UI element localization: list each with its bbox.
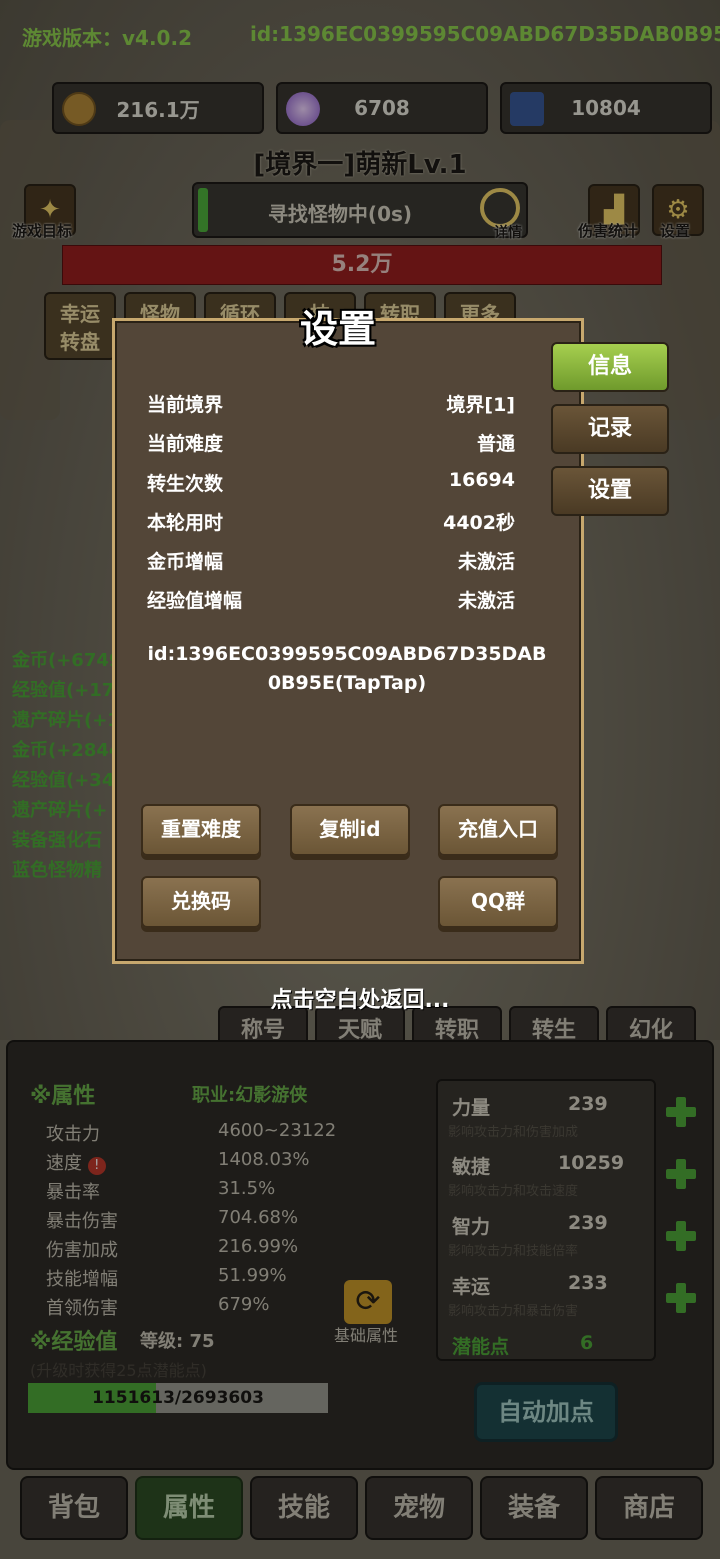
info-value: 境界[1]	[446, 394, 515, 416]
info-value: 未激活	[457, 551, 515, 573]
info-row: 金币增幅 未激活	[147, 547, 515, 574]
info-row: 本轮用时 4402秒	[147, 508, 515, 535]
info-key: 本轮用时	[147, 512, 224, 534]
info-key: 当前境界	[147, 394, 224, 416]
tab-records[interactable]: 记录	[551, 404, 669, 454]
info-key: 当前难度	[147, 433, 224, 455]
redeem-code-button[interactable]: 兑换码	[141, 876, 261, 928]
tab-settings[interactable]: 设置	[551, 466, 669, 516]
info-key: 金币增幅	[147, 551, 224, 573]
info-key: 转生次数	[147, 473, 224, 495]
info-row: 当前境界 境界[1]	[147, 390, 515, 417]
qq-group-button[interactable]: QQ群	[438, 876, 558, 928]
modal-title: 设置	[300, 307, 377, 351]
info-value: 16694	[448, 469, 515, 491]
info-row: 经验值增幅 未激活	[147, 586, 515, 613]
recharge-button[interactable]: 充值入口	[438, 804, 558, 856]
info-value: 普通	[476, 433, 515, 455]
reset-difficulty-button[interactable]: 重置难度	[141, 804, 261, 856]
info-key: 经验值增幅	[147, 590, 243, 612]
back-hint: 点击空白处返回...	[270, 988, 450, 1013]
info-row: 当前难度 普通	[147, 429, 515, 456]
info-value: 未激活	[457, 590, 515, 612]
info-value: 4402秒	[443, 512, 515, 534]
modal-id-text: id:1396EC0399595C09ABD67D35DAB0B95E(TapT…	[147, 643, 547, 694]
copy-id-button[interactable]: 复制id	[290, 804, 410, 856]
tab-info[interactable]: 信息	[551, 342, 669, 392]
info-row: 转生次数 16694	[147, 469, 515, 496]
